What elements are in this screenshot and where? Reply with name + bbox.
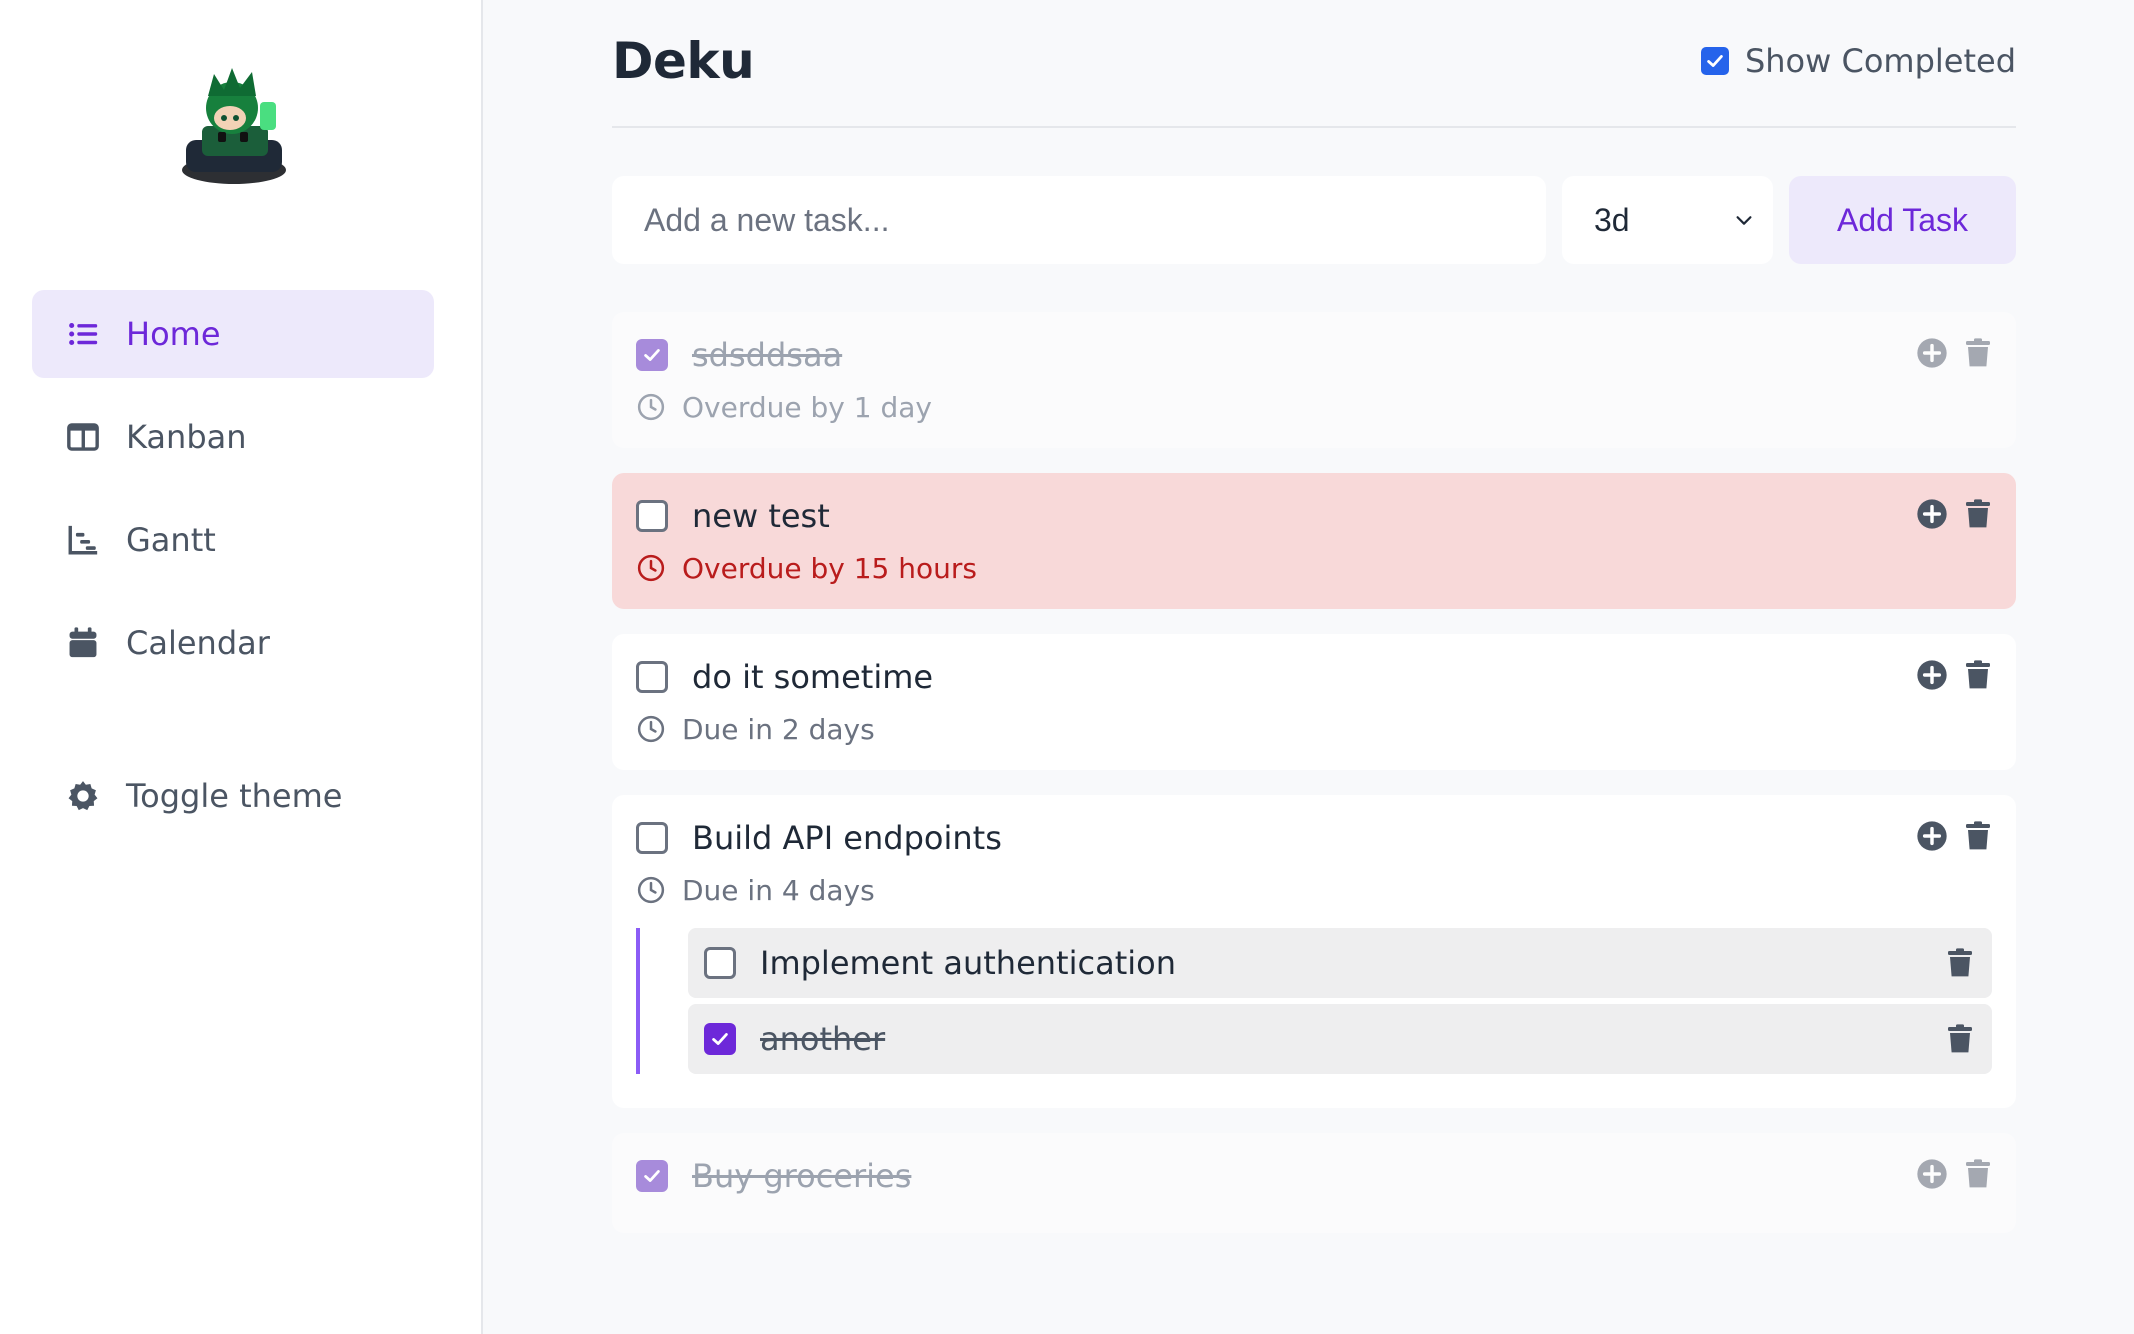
trash-icon xyxy=(1966,499,1990,528)
task-title[interactable]: Buy groceries xyxy=(692,1157,911,1195)
sidebar-item-gantt[interactable]: Gantt xyxy=(32,496,434,584)
sidebar-item-kanban[interactable]: Kanban xyxy=(32,393,434,481)
task-due-text: Due in 2 days xyxy=(682,712,875,746)
add-subtask-button[interactable] xyxy=(1916,819,1948,853)
add-task-row: 3d Add Task xyxy=(612,176,2016,264)
sidebar-item-label: Home xyxy=(126,315,221,353)
task-checkbox[interactable] xyxy=(636,339,668,371)
subtask-title[interactable]: Implement authentication xyxy=(760,944,1176,982)
task-due-text: Due in 4 days xyxy=(682,873,875,907)
gantt-chart-icon xyxy=(66,523,100,557)
sidebar-nav: Home Kanban Gantt Calendar xyxy=(32,290,434,702)
trash-icon xyxy=(1966,1159,1990,1188)
task-card: sdsddsaa Overdue by 1 day xyxy=(612,312,2016,448)
task-checkbox[interactable] xyxy=(636,1160,668,1192)
add-subtask-button[interactable] xyxy=(1916,658,1948,692)
task-checkbox[interactable] xyxy=(636,500,668,532)
task-card: Build API endpoints Due in 4 days Implem… xyxy=(612,795,2016,1108)
add-subtask-button[interactable] xyxy=(1916,497,1948,531)
sidebar-item-home[interactable]: Home xyxy=(32,290,434,378)
clock-icon xyxy=(637,393,665,421)
clock-icon xyxy=(637,554,665,582)
subtask-list: Implement authentication another xyxy=(636,928,1992,1074)
toggle-theme-label: Toggle theme xyxy=(126,777,343,815)
sidebar-item-label: Gantt xyxy=(126,521,216,559)
gear-icon xyxy=(66,779,100,813)
task-due: Overdue by 1 day xyxy=(636,387,1992,427)
check-icon xyxy=(644,349,660,361)
clock-icon xyxy=(637,876,665,904)
plus-circle-icon xyxy=(1917,821,1947,851)
plus-circle-icon xyxy=(1917,499,1947,529)
delete-task-button[interactable] xyxy=(1962,497,1994,531)
task-card: Buy groceries xyxy=(612,1133,2016,1233)
show-completed-label: Show Completed xyxy=(1744,42,2016,80)
show-completed-checkbox[interactable] xyxy=(1700,47,1729,75)
sidebar-item-calendar[interactable]: Calendar xyxy=(32,599,434,687)
task-due-text: Overdue by 1 day xyxy=(682,390,932,424)
toggle-theme-container: Toggle theme xyxy=(32,752,434,855)
task-checkbox[interactable] xyxy=(636,822,668,854)
duration-select[interactable]: 3d xyxy=(1562,176,1773,264)
subtask-checkbox[interactable] xyxy=(704,1023,736,1055)
task-card: do it sometime Due in 2 days xyxy=(612,634,2016,770)
plus-circle-icon xyxy=(1917,1159,1947,1189)
columns-icon xyxy=(66,420,100,454)
plus-circle-icon xyxy=(1917,338,1947,368)
list-icon xyxy=(66,317,100,351)
app-root: Home Kanban Gantt Calendar Toggle theme … xyxy=(0,0,2134,1334)
task-checkbox[interactable] xyxy=(636,661,668,693)
delete-subtask-button[interactable] xyxy=(1944,1022,1976,1056)
trash-icon xyxy=(1948,1024,1972,1053)
new-task-input[interactable] xyxy=(612,176,1546,264)
delete-task-button[interactable] xyxy=(1962,336,1994,370)
task-title[interactable]: Build API endpoints xyxy=(692,819,1002,857)
delete-task-button[interactable] xyxy=(1962,658,1994,692)
delete-subtask-button[interactable] xyxy=(1944,946,1976,980)
logo-avatar xyxy=(178,66,290,186)
subtask-item: another xyxy=(688,1004,1992,1074)
check-icon xyxy=(712,1033,728,1045)
add-subtask-button[interactable] xyxy=(1916,1157,1948,1191)
task-list: sdsddsaa Overdue by 1 day new test Overd… xyxy=(612,312,2016,1233)
plus-circle-icon xyxy=(1917,660,1947,690)
trash-icon xyxy=(1966,338,1990,367)
task-title[interactable]: new test xyxy=(692,497,830,535)
check-icon xyxy=(644,1170,660,1182)
chevron-down-icon xyxy=(1736,216,1752,225)
trash-icon xyxy=(1966,660,1990,689)
calendar-icon xyxy=(66,626,100,660)
trash-icon xyxy=(1948,948,1972,977)
subtask-item: Implement authentication xyxy=(688,928,1992,998)
task-due: Overdue by 15 hours xyxy=(636,548,1992,588)
add-subtask-button[interactable] xyxy=(1916,336,1948,370)
duration-value: 3d xyxy=(1594,201,1630,238)
task-title[interactable]: do it sometime xyxy=(692,658,933,696)
delete-task-button[interactable] xyxy=(1962,819,1994,853)
page-title: Deku xyxy=(612,32,755,90)
toggle-theme-button[interactable]: Toggle theme xyxy=(32,752,434,840)
sidebar: Home Kanban Gantt Calendar Toggle theme xyxy=(0,0,483,1334)
subtask-title[interactable]: another xyxy=(760,1020,885,1058)
add-task-button[interactable]: Add Task xyxy=(1789,176,2016,264)
page-header: Deku Show Completed xyxy=(612,0,2016,128)
delete-task-button[interactable] xyxy=(1962,1157,1994,1191)
clock-icon xyxy=(637,715,665,743)
task-title[interactable]: sdsddsaa xyxy=(692,336,842,374)
main-content: Deku Show Completed 3d Add Task xyxy=(483,0,2134,1334)
task-due-text: Overdue by 15 hours xyxy=(682,551,977,585)
sidebar-item-label: Calendar xyxy=(126,624,270,662)
task-due: Due in 4 days xyxy=(636,870,1992,910)
check-icon xyxy=(1707,55,1723,67)
task-due: Due in 2 days xyxy=(636,709,1992,749)
show-completed-toggle[interactable]: Show Completed xyxy=(1700,42,2016,80)
task-card: new test Overdue by 15 hours xyxy=(612,473,2016,609)
subtask-checkbox[interactable] xyxy=(704,947,736,979)
trash-icon xyxy=(1966,821,1990,850)
sidebar-item-label: Kanban xyxy=(126,418,247,456)
